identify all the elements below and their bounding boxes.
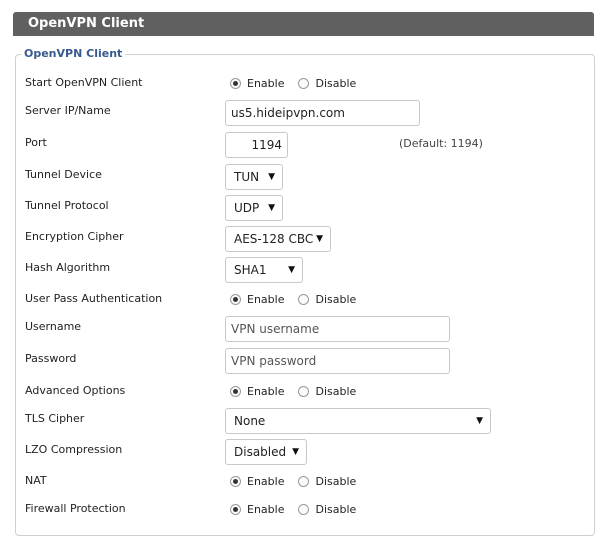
chevron-down-icon: ▼	[288, 265, 295, 275]
tunnel-device-select[interactable]: TUN ▼	[225, 164, 283, 190]
tls-label: TLS Cipher	[25, 412, 85, 425]
tunnel-protocol-select[interactable]: UDP ▼	[225, 195, 283, 221]
port-default-hint: (Default: 1194)	[399, 137, 483, 150]
chevron-down-icon: ▼	[476, 416, 483, 426]
start-enable-radio[interactable]	[230, 77, 241, 89]
username-label: Username	[25, 320, 82, 333]
nat-radio-group: Enable Disable	[230, 473, 370, 489]
cipher-value: AES-128 CBC	[234, 232, 314, 246]
password-label: Password	[25, 352, 77, 365]
firewall-radio-group: Enable Disable	[230, 501, 370, 517]
username-input[interactable]	[225, 316, 450, 342]
firewall-label: Firewall Protection	[25, 502, 126, 515]
nat-enable-radio[interactable]	[230, 475, 241, 487]
hash-value: SHA1	[234, 263, 267, 277]
tunnel-device-label: Tunnel Device	[25, 168, 102, 181]
userpass-enable-label: Enable	[247, 292, 285, 306]
start-enable-label: Enable	[247, 76, 285, 90]
userpass-enable-radio[interactable]	[230, 293, 241, 305]
port-label: Port	[25, 136, 47, 149]
tunnel-device-value: TUN	[234, 170, 260, 184]
advanced-radio-group: Enable Disable	[230, 383, 370, 399]
start-disable-radio[interactable]	[298, 77, 310, 89]
nat-label: NAT	[25, 474, 47, 487]
lzo-value: Disabled	[234, 445, 287, 459]
section-legend: OpenVPN Client	[21, 46, 126, 62]
start-openvpn-radio-group: Enable Disable	[230, 75, 370, 91]
lzo-label: LZO Compression	[25, 443, 123, 456]
advanced-disable-label: Disable	[315, 384, 357, 398]
tls-value: None	[234, 414, 266, 428]
server-label: Server IP/Name	[25, 104, 111, 117]
page-title: OpenVPN Client	[13, 12, 594, 36]
nat-enable-label: Enable	[247, 474, 285, 488]
start-openvpn-label: Start OpenVPN Client	[25, 76, 143, 89]
firewall-enable-radio[interactable]	[230, 503, 241, 515]
cipher-select[interactable]: AES-128 CBC ▼	[225, 226, 331, 252]
password-input[interactable]	[225, 348, 450, 374]
userpass-label: User Pass Authentication	[25, 292, 163, 305]
firewall-disable-label: Disable	[315, 502, 357, 516]
advanced-enable-label: Enable	[247, 384, 285, 398]
start-disable-label: Disable	[315, 76, 357, 90]
nat-disable-radio[interactable]	[298, 475, 310, 487]
userpass-disable-radio[interactable]	[298, 293, 310, 305]
port-input[interactable]	[225, 132, 288, 158]
firewall-enable-label: Enable	[247, 502, 285, 516]
tls-select[interactable]: None ▼	[225, 408, 491, 434]
chevron-down-icon: ▼	[292, 447, 299, 457]
chevron-down-icon: ▼	[268, 172, 275, 182]
cipher-label: Encryption Cipher	[25, 230, 124, 243]
advanced-disable-radio[interactable]	[298, 385, 310, 397]
firewall-disable-radio[interactable]	[298, 503, 310, 515]
userpass-radio-group: Enable Disable	[230, 291, 370, 307]
advanced-enable-radio[interactable]	[230, 385, 241, 397]
tunnel-protocol-label: Tunnel Protocol	[25, 199, 109, 212]
advanced-label: Advanced Options	[25, 384, 126, 397]
userpass-disable-label: Disable	[315, 292, 357, 306]
server-input[interactable]	[225, 100, 420, 126]
tunnel-protocol-value: UDP	[234, 201, 260, 215]
hash-select[interactable]: SHA1 ▼	[225, 257, 303, 283]
lzo-select[interactable]: Disabled ▼	[225, 439, 307, 465]
nat-disable-label: Disable	[315, 474, 357, 488]
hash-label: Hash Algorithm	[25, 261, 111, 274]
chevron-down-icon: ▼	[268, 203, 275, 213]
chevron-down-icon: ▼	[316, 234, 323, 244]
